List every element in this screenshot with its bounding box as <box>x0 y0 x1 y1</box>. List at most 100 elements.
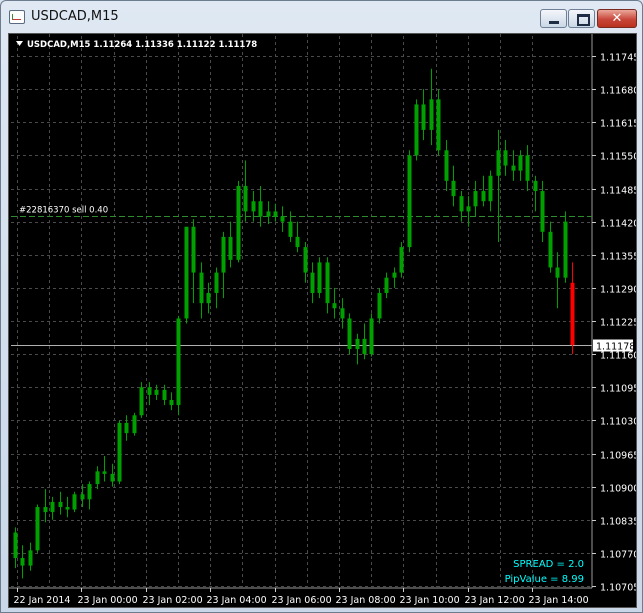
candle-body <box>191 226 196 273</box>
price-tick-label: 1.10705 <box>600 583 636 594</box>
candle-body <box>13 532 18 558</box>
candle-body <box>362 338 367 355</box>
candle-body <box>347 318 352 350</box>
maximize-icon <box>577 14 590 26</box>
candle-body <box>421 104 426 130</box>
candle-body <box>525 155 530 181</box>
candle-body <box>555 267 560 278</box>
chart-window: USDCAD,M15 ✕ 1.11745 1.11680 1.11615 1.1155… <box>0 0 643 613</box>
candle-body <box>399 247 404 273</box>
candle-body <box>451 180 456 197</box>
price-tick-label: 1.11550 <box>600 152 636 163</box>
candle-body <box>65 507 70 510</box>
candle-body <box>87 484 92 500</box>
candle-body <box>139 387 144 416</box>
spread-info: SPREAD = 2.0 <box>513 559 584 570</box>
price-chart[interactable]: 1.11745 1.11680 1.11615 1.11550 1.11485 1.114… <box>9 34 636 607</box>
candle-body <box>503 150 508 166</box>
window-title: USDCAD,M15 <box>31 9 119 24</box>
candle-body <box>496 150 501 176</box>
candle-body <box>518 155 523 171</box>
candle-body <box>280 216 285 222</box>
candle-body <box>466 206 471 212</box>
close-button[interactable]: ✕ <box>597 9 637 28</box>
time-tick-label: 23 Jan 08:00 <box>336 595 396 606</box>
candle-body <box>317 262 322 293</box>
candle-body <box>28 550 33 566</box>
candle-body <box>206 292 211 304</box>
candle-body <box>295 236 300 248</box>
candle-body <box>511 165 516 171</box>
candle-body <box>444 150 449 181</box>
chart-area[interactable]: 1.11745 1.11680 1.11615 1.11550 1.11485 1.114… <box>8 33 637 608</box>
time-tick-label: 23 Jan 04:00 <box>207 595 267 606</box>
chart-app-icon <box>9 10 25 24</box>
minimize-button[interactable] <box>540 9 567 28</box>
candle-body <box>35 507 40 551</box>
candle-body <box>199 272 204 304</box>
candle-body <box>459 196 464 212</box>
candle-body <box>407 155 412 248</box>
candle-body <box>273 211 278 217</box>
candle-body <box>184 226 189 319</box>
candle-body <box>20 557 25 566</box>
price-tick-label: 1.10770 <box>600 550 636 561</box>
candle-body <box>58 501 63 508</box>
price-tick-label: 1.11745 <box>600 53 636 64</box>
price-tick-label: 1.10900 <box>600 484 636 495</box>
candle-body <box>414 104 419 156</box>
candle-body <box>488 175 493 202</box>
candle-body <box>154 389 159 395</box>
candle-body <box>110 473 115 482</box>
order-label: #22816370 sell 0.40 <box>19 206 108 216</box>
candle-body <box>340 308 345 319</box>
candle-body <box>221 236 226 273</box>
candle-body <box>303 247 308 273</box>
candle-body <box>72 494 77 510</box>
price-tick-label: 1.11030 <box>600 417 636 428</box>
candle-body <box>310 272 315 293</box>
price-tick-label: 1.11680 <box>600 86 636 97</box>
candle-body <box>258 201 263 217</box>
candle-body <box>176 318 181 406</box>
candle-body <box>117 422 122 482</box>
price-tick-label: 1.10965 <box>600 451 636 462</box>
maximize-button[interactable] <box>568 9 595 28</box>
candle-body <box>473 191 478 207</box>
candle-body <box>369 318 374 355</box>
candle-body <box>169 399 174 406</box>
time-scale[interactable]: 22 Jan 2014 23 Jan 00:00 23 Jan 02:00 23 Ja… <box>14 588 589 606</box>
candle-body <box>377 292 382 319</box>
candle-body <box>481 191 486 202</box>
candle-body <box>429 99 434 130</box>
time-tick-label: 23 Jan 10:00 <box>400 595 460 606</box>
bid-price-label: 1.11178 <box>596 342 635 353</box>
price-tick-label: 1.11095 <box>600 384 636 395</box>
candle-body <box>266 211 271 217</box>
price-tick-label: 1.11485 <box>600 186 636 197</box>
candle-body <box>563 221 568 278</box>
price-tick-label: 1.11420 <box>600 219 636 230</box>
candle-body <box>102 471 107 474</box>
candle-body <box>355 338 360 350</box>
candle-body <box>384 277 389 293</box>
candle-body <box>50 501 55 513</box>
price-tick-label: 1.11225 <box>600 318 636 329</box>
title-bar[interactable]: USDCAD,M15 ✕ <box>1 1 642 33</box>
candle-body <box>325 262 330 304</box>
time-tick-label: 23 Jan 12:00 <box>465 595 525 606</box>
time-tick-label: 23 Jan 02:00 <box>143 595 203 606</box>
minimize-icon <box>549 21 559 24</box>
candle-body <box>243 185 248 212</box>
candle-body <box>236 185 241 260</box>
price-tick-label: 1.11290 <box>600 285 636 296</box>
price-tick-label: 1.11355 <box>600 252 636 263</box>
candle-body <box>80 494 85 500</box>
candle-body <box>548 231 553 268</box>
candle-body <box>147 387 152 395</box>
price-scale[interactable]: 1.11745 1.11680 1.11615 1.11550 1.11485 1.114… <box>592 53 636 594</box>
candle-body <box>124 422 129 434</box>
candle-body <box>132 415 137 434</box>
time-tick-label: 23 Jan 06:00 <box>272 595 332 606</box>
candles <box>13 68 575 579</box>
